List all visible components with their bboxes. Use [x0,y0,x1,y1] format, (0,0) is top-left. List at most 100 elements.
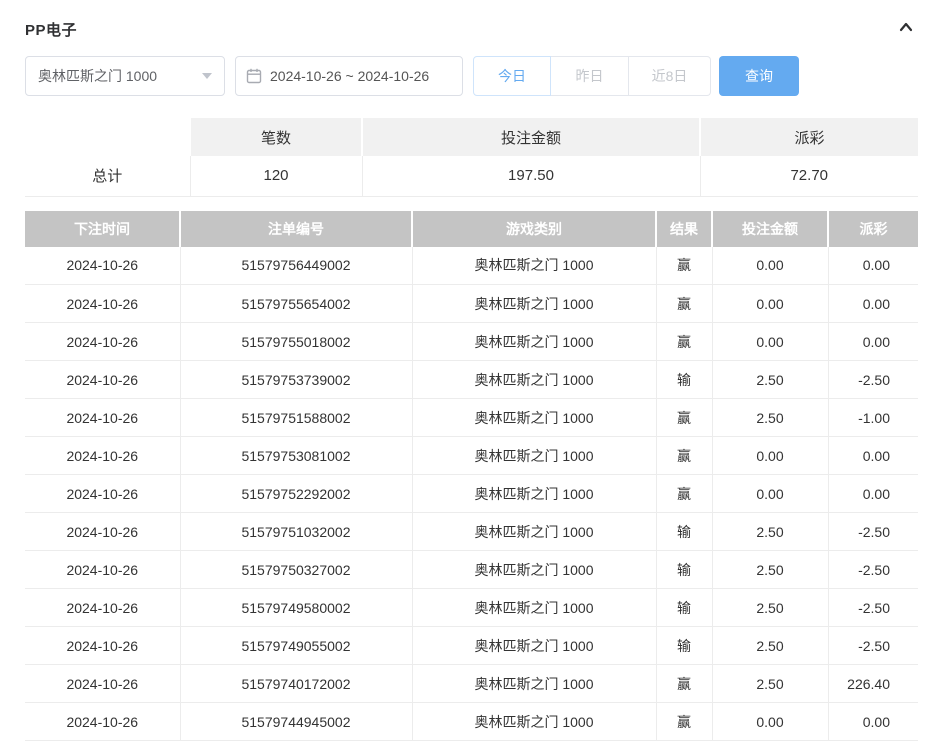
cell-game-category: 奥林匹斯之门 1000 [411,360,656,399]
table-row: 2024-10-26 51579744945002 奥林匹斯之门 1000 赢 … [25,702,918,741]
cell-result: 输 [655,626,712,665]
summary-header-bet-amount: 投注金额 [361,118,700,156]
bet-table-body: 2024-10-26 51579756449002 奥林匹斯之门 1000 赢 … [25,246,918,741]
cell-bet-amount: 2.50 [711,588,828,627]
cell-bet-amount: 0.00 [711,702,828,741]
calendar-icon [246,68,262,84]
cell-bet-id: 51579750327002 [179,550,412,589]
col-header-bet-id: 注单编号 [179,210,412,247]
table-row: 2024-10-26 51579753739002 奥林匹斯之门 1000 输 … [25,360,918,399]
cell-game-category: 奥林匹斯之门 1000 [411,626,656,665]
summary-header-count: 笔数 [189,118,362,156]
cell-game-category: 奥林匹斯之门 1000 [411,550,656,589]
cell-payout: -1.00 [827,398,918,437]
table-row: 2024-10-26 51579750327002 奥林匹斯之门 1000 输 … [25,550,918,589]
table-row: 2024-10-26 51579755654002 奥林匹斯之门 1000 赢 … [25,284,918,323]
cell-bet-id: 51579751032002 [179,512,412,551]
date-range-value: 2024-10-26 ~ 2024-10-26 [270,68,430,84]
cell-game-category: 奥林匹斯之门 1000 [411,588,656,627]
cell-bet-time: 2024-10-26 [25,322,180,361]
table-row: 2024-10-26 51579751032002 奥林匹斯之门 1000 输 … [25,512,918,551]
cell-result: 赢 [655,284,712,323]
cell-bet-id: 51579752292002 [179,474,412,513]
quick-range-group: 今日 昨日 近8日 [473,56,711,96]
quick-btn-yesterday[interactable]: 昨日 [551,56,629,96]
cell-bet-amount: 2.50 [711,550,828,589]
col-header-payout: 派彩 [827,210,918,247]
summary-payout-value: 72.70 [699,156,918,197]
cell-game-category: 奥林匹斯之门 1000 [411,398,656,437]
cell-payout: -2.50 [827,588,918,627]
cell-bet-id: 51579740172002 [179,664,412,703]
search-button[interactable]: 查询 [719,56,799,96]
cell-bet-time: 2024-10-26 [25,436,180,475]
cell-bet-amount: 0.00 [711,322,828,361]
cell-payout: 226.40 [827,664,918,703]
cell-bet-id: 51579749580002 [179,588,412,627]
cell-payout: -2.50 [827,626,918,665]
game-select-value: 奥林匹斯之门 1000 [38,68,158,84]
cell-bet-time: 2024-10-26 [25,702,180,741]
cell-bet-time: 2024-10-26 [25,626,180,665]
cell-result: 赢 [655,474,712,513]
cell-result: 输 [655,550,712,589]
cell-result: 赢 [655,702,712,741]
cell-payout: -2.50 [827,512,918,551]
cell-bet-amount: 2.50 [711,626,828,665]
cell-payout: -2.50 [827,550,918,589]
cell-bet-time: 2024-10-26 [25,474,180,513]
cell-game-category: 奥林匹斯之门 1000 [411,322,656,361]
filter-bar: 奥林匹斯之门 1000 2024-10-26 ~ 2024-10-26 今日 昨… [25,56,918,96]
cell-bet-time: 2024-10-26 [25,398,180,437]
table-row: 2024-10-26 51579749580002 奥林匹斯之门 1000 输 … [25,588,918,627]
cell-bet-amount: 2.50 [711,664,828,703]
cell-payout: 0.00 [827,702,918,741]
table-row: 2024-10-26 51579756449002 奥林匹斯之门 1000 赢 … [25,246,918,285]
cell-result: 输 [655,588,712,627]
date-range-picker[interactable]: 2024-10-26 ~ 2024-10-26 [235,56,463,96]
cell-bet-id: 51579749055002 [179,626,412,665]
cell-payout: 0.00 [827,284,918,323]
cell-bet-id: 51579755654002 [179,284,412,323]
cell-game-category: 奥林匹斯之门 1000 [411,474,656,513]
bet-table-header-row: 下注时间 注单编号 游戏类别 结果 投注金额 派彩 [25,210,918,247]
summary-total-row: 总计 120 197.50 72.70 [25,156,918,197]
chevron-up-icon [897,18,915,41]
cell-bet-amount: 0.00 [711,284,828,323]
cell-result: 赢 [655,398,712,437]
cell-bet-amount: 0.00 [711,474,828,513]
game-select[interactable]: 奥林匹斯之门 1000 [25,56,225,96]
table-row: 2024-10-26 51579752292002 奥林匹斯之门 1000 赢 … [25,474,918,513]
summary-table: 笔数 投注金额 派彩 总计 120 197.50 72.70 [25,118,918,197]
cell-bet-id: 51579755018002 [179,322,412,361]
table-row: 2024-10-26 51579749055002 奥林匹斯之门 1000 输 … [25,626,918,665]
collapse-button[interactable] [894,17,918,41]
panel-header: PP电子 [25,16,918,42]
summary-header-payout: 派彩 [699,118,918,156]
cell-bet-amount: 0.00 [711,246,828,285]
cell-result: 赢 [655,246,712,285]
cell-payout: 0.00 [827,474,918,513]
cell-bet-time: 2024-10-26 [25,664,180,703]
col-header-bet-time: 下注时间 [25,210,180,247]
cell-result: 赢 [655,322,712,361]
cell-result: 赢 [655,436,712,475]
cell-bet-time: 2024-10-26 [25,588,180,627]
panel-title: PP电子 [25,21,78,39]
cell-game-category: 奥林匹斯之门 1000 [411,246,656,285]
cell-game-category: 奥林匹斯之门 1000 [411,664,656,703]
cell-bet-time: 2024-10-26 [25,550,180,589]
cell-bet-time: 2024-10-26 [25,284,180,323]
cell-bet-amount: 2.50 [711,512,828,551]
summary-header-blank [25,118,190,156]
quick-btn-last8days[interactable]: 近8日 [629,56,711,96]
bet-table: 下注时间 注单编号 游戏类别 结果 投注金额 派彩 2024-10-26 515… [25,210,918,741]
col-header-game-category: 游戏类别 [411,210,656,247]
cell-game-category: 奥林匹斯之门 1000 [411,702,656,741]
table-row: 2024-10-26 51579740172002 奥林匹斯之门 1000 赢 … [25,664,918,703]
cell-bet-time: 2024-10-26 [25,512,180,551]
table-row: 2024-10-26 51579753081002 奥林匹斯之门 1000 赢 … [25,436,918,475]
quick-btn-today[interactable]: 今日 [473,56,551,96]
cell-bet-time: 2024-10-26 [25,246,180,285]
cell-bet-amount: 0.00 [711,436,828,475]
